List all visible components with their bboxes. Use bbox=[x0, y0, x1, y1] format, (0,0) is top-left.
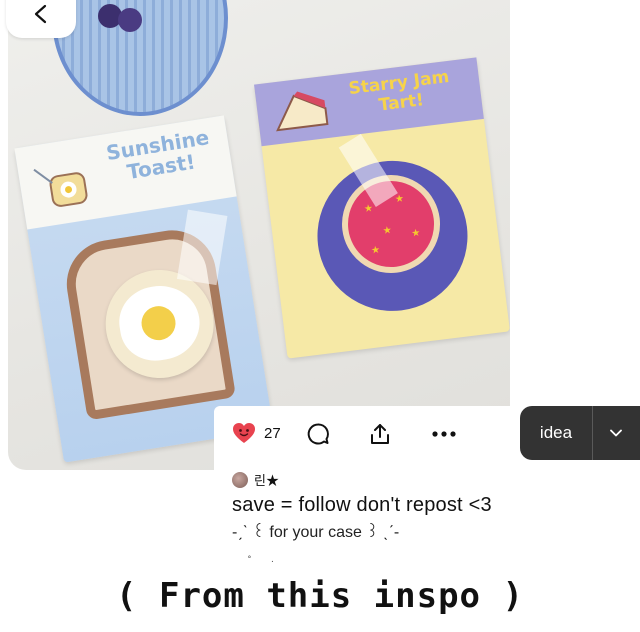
star-icon: ★ bbox=[410, 227, 421, 240]
star-icon: ★ bbox=[363, 203, 374, 216]
pin-image[interactable]: Sunshine Toast! Starry Jam Tart! ★ ★ ★ ★… bbox=[8, 0, 510, 470]
chevron-down-icon bbox=[610, 429, 622, 437]
board-name-label: idea bbox=[539, 423, 573, 442]
pin-author[interactable]: 린★ bbox=[232, 470, 279, 489]
overlay-caption: ( From this inspo ) bbox=[0, 560, 640, 632]
toast-pack-title: Sunshine Toast! bbox=[104, 125, 211, 185]
reaction-button[interactable]: 27 bbox=[232, 422, 281, 444]
berry-decor bbox=[118, 8, 142, 32]
star-icon: ★ bbox=[394, 193, 405, 206]
share-button[interactable] bbox=[364, 418, 396, 450]
tart-pack-title: Starry Jam Tart! bbox=[347, 66, 451, 116]
cake-slice-illustration-icon bbox=[276, 91, 329, 132]
reaction-count: 27 bbox=[264, 424, 281, 442]
plastic-reflection bbox=[176, 209, 228, 286]
toast-fork-illustration-icon bbox=[33, 168, 88, 207]
author-name: 린★ bbox=[254, 473, 279, 488]
board-dropdown-toggle[interactable] bbox=[593, 429, 639, 437]
share-upload-icon bbox=[371, 424, 389, 444]
heart-face-icon bbox=[233, 423, 255, 443]
comment-button[interactable] bbox=[302, 418, 334, 450]
pin-caption: save = follow don't repost <3 bbox=[232, 494, 492, 516]
starry-jam-tart-sticker-pack: Starry Jam Tart! ★ ★ ★ ★ ★ bbox=[254, 57, 510, 359]
chevron-left-icon bbox=[34, 4, 47, 24]
save-to-board-button[interactable]: idea bbox=[520, 406, 640, 460]
pin-subcaption: -ˏˋ ꒰ for your case ꒱ ˎˊ- bbox=[232, 524, 400, 541]
more-dots-icon bbox=[432, 431, 456, 437]
avatar bbox=[232, 471, 248, 488]
more-options-button[interactable] bbox=[428, 418, 460, 450]
tart-pack-header: Starry Jam Tart! bbox=[254, 57, 484, 147]
back-button[interactable] bbox=[6, 0, 76, 38]
star-icon: ★ bbox=[370, 244, 381, 257]
star-icon: ★ bbox=[382, 225, 393, 238]
comment-bubble-icon bbox=[307, 423, 329, 445]
